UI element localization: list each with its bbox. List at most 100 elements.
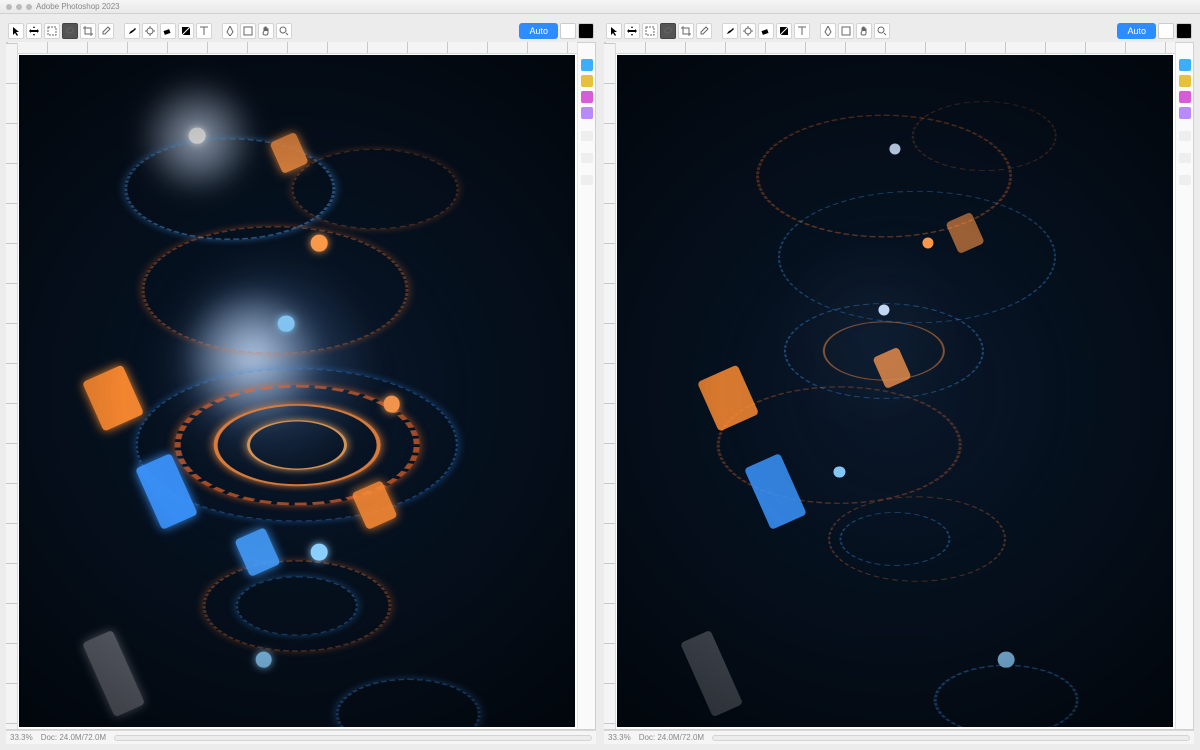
pen-tool[interactable] [820,23,836,39]
move-tool[interactable] [26,23,42,39]
eyedropper-tool[interactable] [696,23,712,39]
document-area [604,42,1194,730]
hud-node [998,651,1015,668]
panel-tab-stub[interactable] [581,153,593,163]
canvas-viewport[interactable] [605,43,1175,729]
fg-color-swatch[interactable] [1158,23,1174,39]
hud-node [878,305,889,316]
gradient-tool[interactable] [178,23,194,39]
lasso-tool[interactable] [660,23,676,39]
hand-tool[interactable] [856,23,872,39]
brush-tool[interactable] [124,23,140,39]
close-icon[interactable] [6,4,12,10]
zoom-level[interactable]: 33.3% [10,733,33,742]
text-tool[interactable] [196,23,212,39]
glow-halo [136,74,258,196]
shape-tool[interactable] [240,23,256,39]
hud-node [311,544,328,561]
hud-ring [823,321,945,380]
eraser-tool[interactable] [758,23,774,39]
cursor-tool[interactable] [8,23,24,39]
fg-color-swatch[interactable] [560,23,576,39]
hud-glyph [697,364,759,431]
panel-tab-stub[interactable] [581,131,593,141]
zoom-level[interactable]: 33.3% [608,733,631,742]
color-swatch[interactable] [581,59,593,71]
color-swatch[interactable] [581,107,593,119]
hud-glyph [82,630,145,717]
cursor-tool[interactable] [606,23,622,39]
hud-ring [136,368,458,521]
hand-tool[interactable] [258,23,274,39]
hud-ring [291,149,458,229]
window-controls[interactable] [6,4,32,10]
bg-color-swatch[interactable] [578,23,594,39]
hud-node [189,127,206,144]
zoom-icon[interactable] [26,4,32,10]
color-swatch[interactable] [1179,75,1191,87]
clone-tool[interactable] [740,23,756,39]
artwork-canvas[interactable] [617,55,1173,727]
hud-glyph [82,364,144,431]
glow-halo [180,285,325,430]
panel-tab-stub[interactable] [1179,153,1191,163]
horizontal-scrollbar[interactable] [712,735,1190,741]
hud-ring [784,303,984,399]
document-pane-right: Auto33.3%Doc: 24.0M/72.0M [604,20,1194,744]
minimize-icon[interactable] [16,4,22,10]
hud-ring [778,190,1056,322]
canvas-viewport[interactable] [7,43,577,729]
horizontal-ruler[interactable] [605,42,1175,54]
hud-ring [175,385,420,505]
gradient-tool[interactable] [776,23,792,39]
text-tool[interactable] [794,23,810,39]
hud-node [889,144,900,155]
eyedropper-tool[interactable] [98,23,114,39]
shape-tool[interactable] [838,23,854,39]
vignette-overlay [19,55,575,727]
zoom-tool[interactable] [276,23,292,39]
hud-glyph [269,131,308,173]
lasso-tool[interactable] [62,23,78,39]
color-swatch[interactable] [1179,59,1191,71]
auto-action-button[interactable]: Auto [519,23,558,39]
hud-glyph [680,630,743,717]
hud-glyph [351,480,398,530]
clone-tool[interactable] [142,23,158,39]
hud-ring [236,576,358,635]
panel-tab-stub[interactable] [1179,131,1191,141]
color-swatch[interactable] [581,75,593,87]
hud-ring [934,665,1079,727]
zoom-tool[interactable] [874,23,890,39]
hud-ring [125,138,336,240]
color-swatch[interactable] [1179,107,1191,119]
color-swatch[interactable] [581,91,593,103]
vertical-ruler[interactable] [604,43,616,729]
panel-tab-stub[interactable] [581,175,593,185]
artwork-canvas[interactable] [19,55,575,727]
hud-node [311,235,328,252]
hud-ring [912,101,1057,171]
eraser-tool[interactable] [160,23,176,39]
crop-tool[interactable] [80,23,96,39]
doc-info: Doc: 24.0M/72.0M [41,733,106,742]
bg-color-swatch[interactable] [1176,23,1192,39]
color-swatch[interactable] [1179,91,1191,103]
brush-tool[interactable] [722,23,738,39]
hud-ring [336,678,481,727]
marquee-tool[interactable] [642,23,658,39]
hud-ring [756,115,1012,238]
hud-ring [202,560,391,652]
window-title: Adobe Photoshop 2023 [36,2,1194,11]
marquee-tool[interactable] [44,23,60,39]
pen-tool[interactable] [222,23,238,39]
crop-tool[interactable] [678,23,694,39]
vertical-ruler[interactable] [6,43,18,729]
panel-tab-stub[interactable] [1179,175,1191,185]
hud-ring [141,226,408,354]
horizontal-scrollbar[interactable] [114,735,592,741]
horizontal-ruler[interactable] [7,42,577,54]
move-tool[interactable] [624,23,640,39]
auto-action-button[interactable]: Auto [1117,23,1156,39]
document-toolbar: Auto [6,20,596,42]
